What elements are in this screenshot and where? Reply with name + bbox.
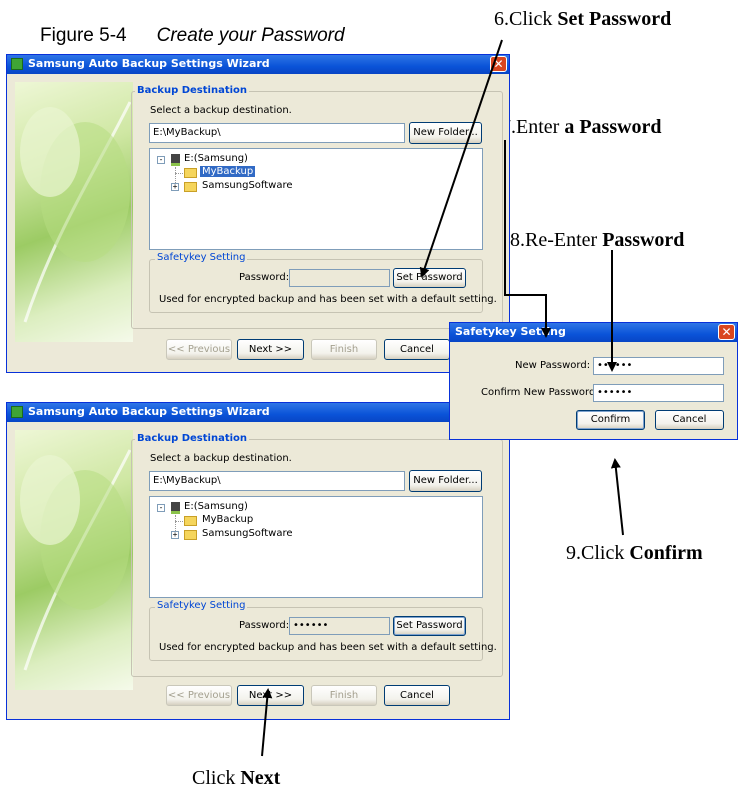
annotation-arrows	[261, 39, 624, 757]
arrow-step6	[419, 39, 503, 278]
arrow-next	[261, 688, 273, 757]
arrow-step9	[610, 458, 624, 536]
arrow-step7	[504, 140, 551, 338]
